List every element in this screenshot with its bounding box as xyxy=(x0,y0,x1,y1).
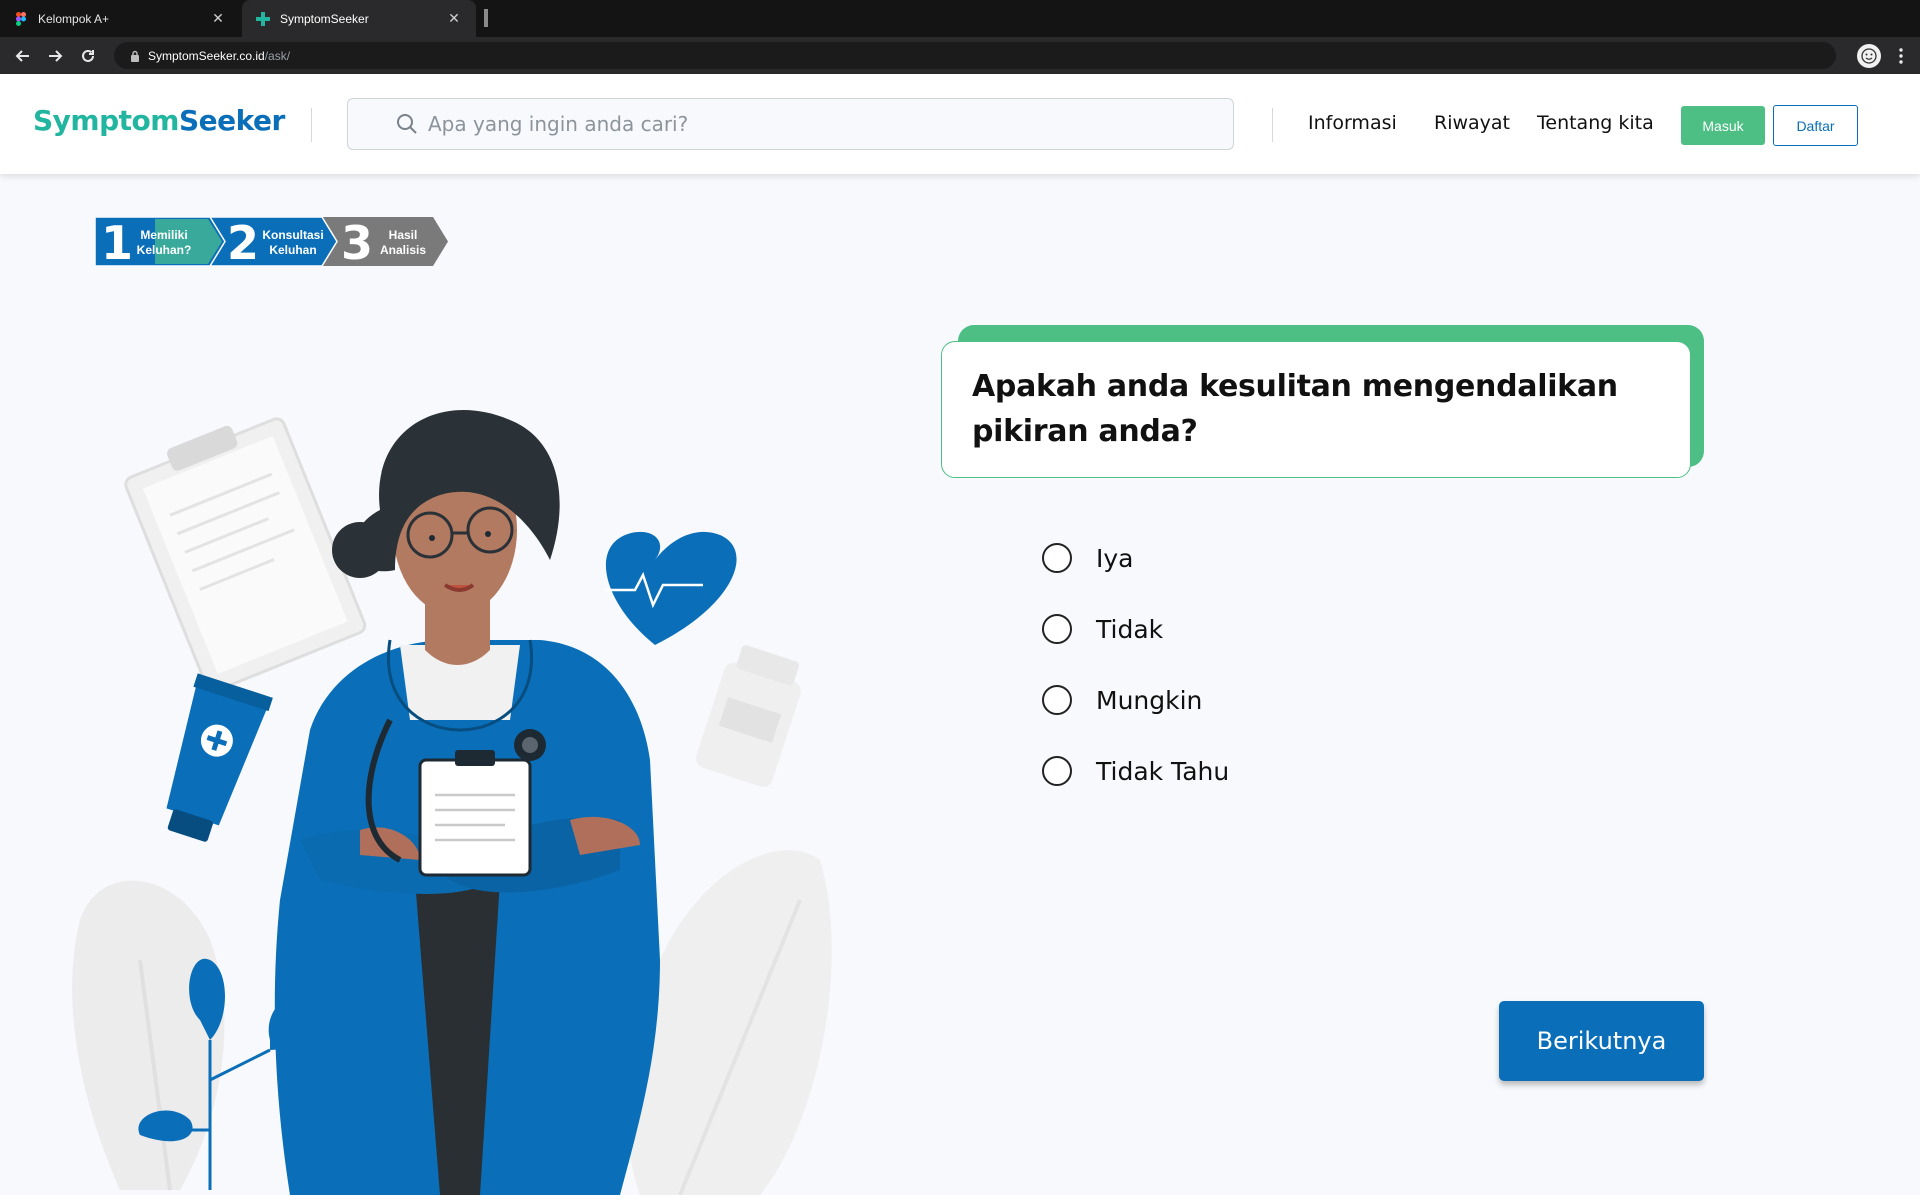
heart-icon xyxy=(605,531,737,645)
radio-button[interactable] xyxy=(1042,756,1072,786)
divider xyxy=(1272,108,1273,142)
reload-icon[interactable] xyxy=(77,45,99,67)
url-field[interactable]: SymptomSeeker.co.id/ask/ xyxy=(114,42,1836,69)
leaf-left-decoration xyxy=(72,880,225,1191)
browser-tab-kelompok[interactable]: Kelompok A+ ✕ xyxy=(0,0,240,37)
radio-button[interactable] xyxy=(1042,614,1072,644)
leaf-right-decoration xyxy=(626,850,832,1195)
progress-stepper: 1 Memiliki Keluhan? 2 Konsultasi Keluhan… xyxy=(95,217,448,266)
step-1-label-line2: Keluhan? xyxy=(137,243,192,257)
more-vert-icon[interactable] xyxy=(1893,44,1909,68)
ointment-tube-illustration xyxy=(166,673,273,842)
search-input[interactable] xyxy=(428,112,1128,136)
option-tidak-tahu[interactable]: Tidak Tahu xyxy=(1042,756,1229,786)
step-2-label-line1: Konsultasi xyxy=(262,228,323,242)
clipboard-illustration xyxy=(124,417,367,693)
close-icon[interactable]: ✕ xyxy=(446,10,462,27)
step-1-number: 1 xyxy=(101,217,133,266)
pill-bottle-illustration xyxy=(696,645,801,787)
browser-tab-symptomseeker[interactable]: SymptomSeeker ✕ xyxy=(242,0,476,37)
option-label: Tidak Tahu xyxy=(1096,756,1230,786)
figma-icon xyxy=(14,11,28,26)
url-path: /ask/ xyxy=(264,48,291,63)
search-icon xyxy=(396,113,418,135)
register-button[interactable]: Daftar xyxy=(1773,105,1858,146)
search-box[interactable] xyxy=(347,98,1234,150)
brand-logo[interactable]: SymptomSeeker xyxy=(33,104,285,137)
lock-icon xyxy=(130,50,142,62)
question-line-2: pikiran anda? xyxy=(972,414,1198,449)
nav-informasi[interactable]: Informasi xyxy=(1308,112,1397,134)
step-2-label-line2: Keluhan xyxy=(269,243,316,257)
question-line-1: Apakah anda kesulitan mengendalikan xyxy=(972,369,1618,404)
profile-avatar-icon[interactable] xyxy=(1857,44,1881,68)
step-3-label-line1: Hasil xyxy=(389,228,418,242)
question-card: Apakah anda kesulitan mengendalikan piki… xyxy=(941,341,1691,478)
new-tab-indicator[interactable] xyxy=(484,9,488,27)
site-header: SymptomSeeker Informasi Riwayat Tentang … xyxy=(0,74,1920,174)
browser-tab-strip: Kelompok A+ ✕ SymptomSeeker ✕ xyxy=(0,0,1920,37)
doctor-illustration xyxy=(72,410,832,1195)
option-label: Tidak xyxy=(1096,614,1164,644)
tab-title: SymptomSeeker xyxy=(280,11,369,26)
logo-part-symptom: Symptom xyxy=(33,104,179,137)
option-iya[interactable]: Iya xyxy=(1042,543,1134,573)
step-3-label-line2: Analisis xyxy=(380,243,426,257)
option-tidak[interactable]: Tidak xyxy=(1042,614,1163,644)
url-host: SymptomSeeker.co.id xyxy=(148,48,265,63)
tab-title: Kelompok A+ xyxy=(38,11,110,26)
browser-address-bar: SymptomSeeker.co.id/ask/ xyxy=(0,37,1920,74)
doctor-figure xyxy=(274,410,660,1195)
step-2-number: 2 xyxy=(227,217,259,266)
logo-part-seeker: Seeker xyxy=(178,104,285,137)
option-mungkin[interactable]: Mungkin xyxy=(1042,685,1202,715)
back-arrow-icon[interactable] xyxy=(12,45,34,67)
radio-button[interactable] xyxy=(1042,543,1072,573)
option-label: Mungkin xyxy=(1096,685,1203,715)
step-1-label-line1: Memiliki xyxy=(140,228,187,242)
next-button[interactable]: Berikutnya xyxy=(1499,1001,1704,1081)
close-icon[interactable]: ✕ xyxy=(210,10,226,27)
forward-arrow-icon[interactable] xyxy=(44,45,66,67)
plus-icon xyxy=(256,11,270,26)
nav-riwayat[interactable]: Riwayat xyxy=(1434,112,1510,134)
step-3-number: 3 xyxy=(341,217,373,266)
divider xyxy=(311,108,312,142)
question-text: Apakah anda kesulitan mengendalikan piki… xyxy=(972,364,1662,454)
radio-button[interactable] xyxy=(1042,685,1072,715)
nav-tentang-kita[interactable]: Tentang kita xyxy=(1537,112,1654,134)
login-button[interactable]: Masuk xyxy=(1681,106,1765,145)
option-label: Iya xyxy=(1096,543,1134,573)
